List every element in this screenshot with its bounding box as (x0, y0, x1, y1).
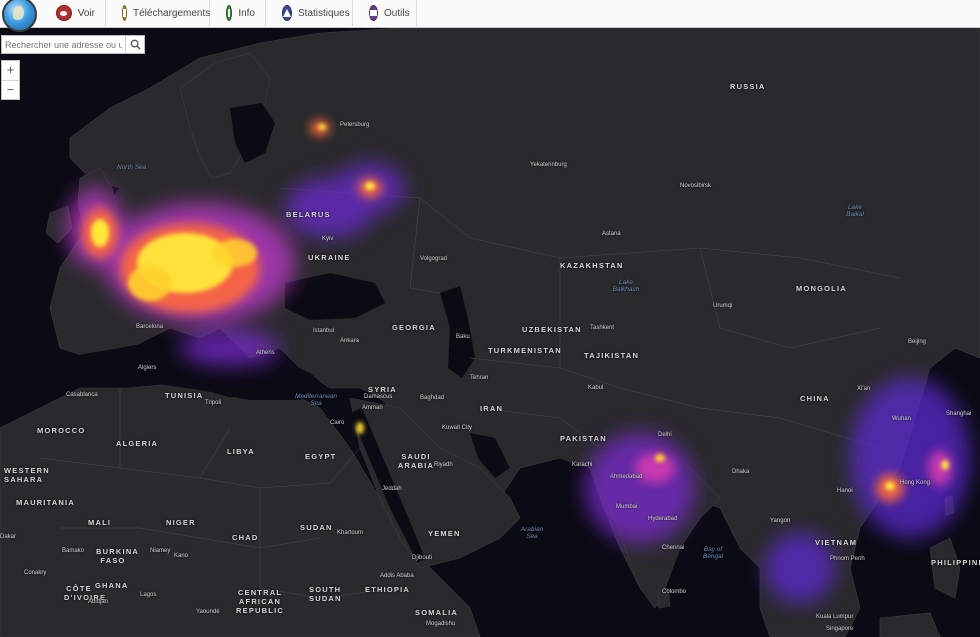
heat-map[interactable]: RUSSIA UKRAINE KAZAKHSTAN MONGOLIA CHINA… (0, 28, 980, 637)
tab-outils[interactable]: Outils (353, 0, 417, 26)
eye-icon (56, 5, 72, 21)
tab-info[interactable]: Info (210, 0, 266, 26)
zoom-in-button[interactable]: + (2, 61, 19, 81)
search-box (1, 35, 145, 54)
tab-telechargements[interactable]: Téléchargements (106, 0, 210, 26)
toolbar: Voir Téléchargements Info Statistiques O… (0, 0, 980, 32)
search-icon (130, 39, 141, 50)
tab-voir-label: Voir (77, 7, 95, 19)
tab-outils-label: Outils (384, 7, 410, 19)
map-canvas (0, 28, 980, 637)
tab-statistiques[interactable]: Statistiques (266, 0, 353, 26)
chart-icon (282, 5, 292, 21)
tab-statistiques-label: Statistiques (298, 7, 350, 19)
tab-telechargements-label: Téléchargements (133, 7, 211, 19)
download-icon (122, 5, 127, 21)
tab-info-label: Info (238, 7, 255, 19)
globe-logo-icon[interactable] (2, 0, 37, 32)
tools-icon (369, 5, 378, 21)
info-icon (226, 5, 233, 21)
zoom-out-button[interactable]: − (2, 81, 19, 100)
zoom-control: + − (1, 60, 20, 100)
address-search-input[interactable] (2, 36, 125, 53)
tab-voir[interactable]: Voir (40, 0, 106, 26)
search-button[interactable] (125, 36, 144, 53)
land-srilanka (657, 587, 671, 609)
